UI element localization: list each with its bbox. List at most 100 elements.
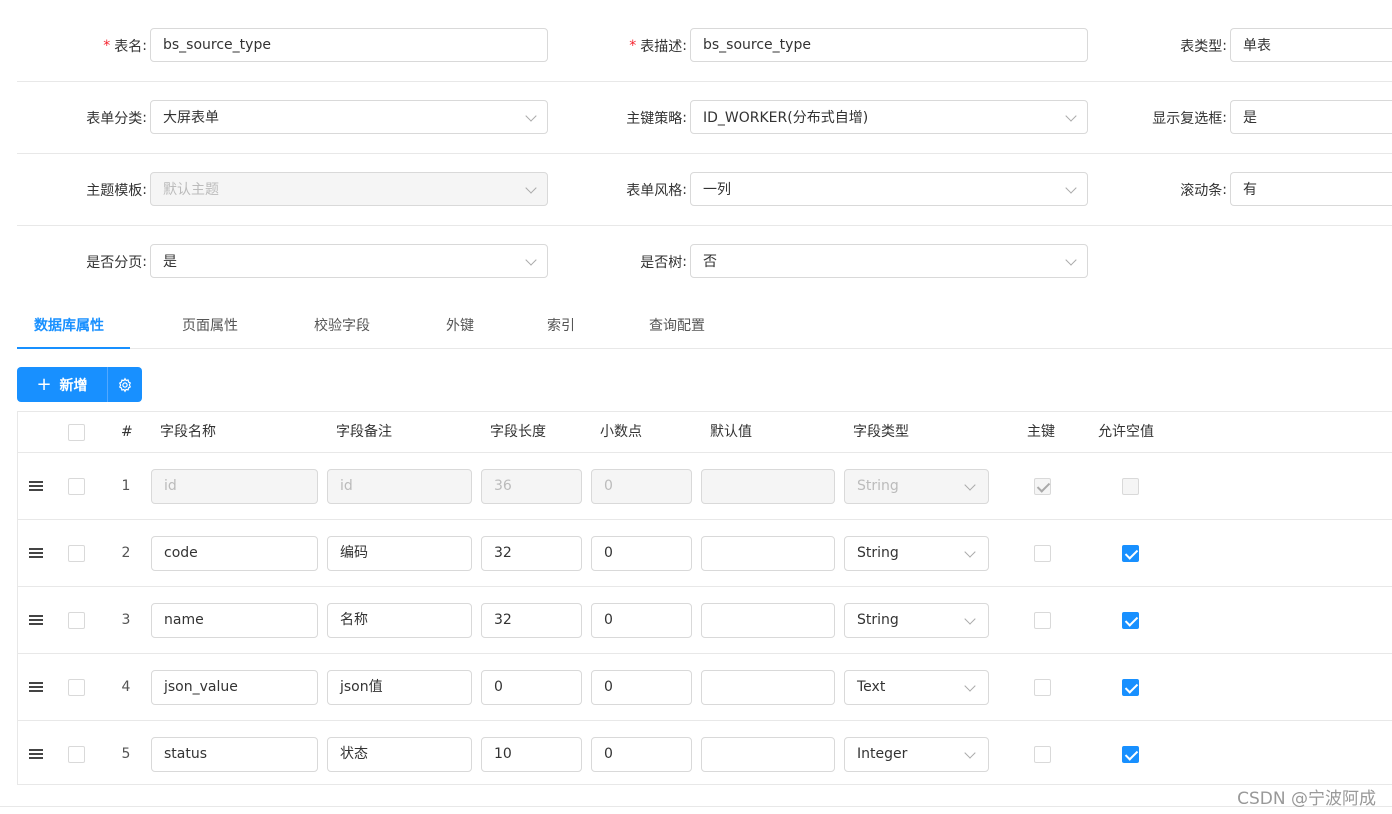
theme-template-label: 主题模板 <box>86 183 143 199</box>
settings-button[interactable] <box>107 367 142 402</box>
decimal-input[interactable]: 0 <box>591 536 692 571</box>
plus-icon: + <box>36 374 52 395</box>
tab-indexes[interactable]: 索引 <box>547 303 575 349</box>
field-name-input[interactable]: code <box>151 536 318 571</box>
tab-validation-fields[interactable]: 校验字段 <box>314 303 370 349</box>
header-field-name: 字段名称 <box>160 424 216 440</box>
theme-template-select[interactable]: 默认主题 <box>150 172 548 206</box>
pk-strategy-select[interactable]: ID_WORKER(分布式自增) <box>690 100 1088 134</box>
row-index: 3 <box>121 612 131 628</box>
tab-query-config[interactable]: 查询配置 <box>649 303 705 349</box>
scrollbar-select[interactable]: 有 <box>1230 172 1392 206</box>
field-type-select[interactable]: String <box>844 469 989 504</box>
field-length-input[interactable]: 32 <box>481 536 582 571</box>
tab-foreign-keys[interactable]: 外键 <box>446 303 474 349</box>
field-comment-input[interactable]: 状态 <box>327 737 472 772</box>
row-index: 1 <box>121 478 131 494</box>
field-name-input[interactable]: json_value <box>151 670 318 705</box>
tab-page-properties[interactable]: 页面属性 <box>182 303 238 349</box>
primary-key-checkbox[interactable] <box>1034 612 1051 629</box>
chevron-down-icon <box>964 613 976 625</box>
toolbar: + 新增 <box>17 367 142 402</box>
header-field-comment: 字段备注 <box>336 424 392 440</box>
default-value-input[interactable] <box>701 670 835 705</box>
primary-key-checkbox[interactable] <box>1034 478 1051 495</box>
default-value-input[interactable] <box>701 469 835 504</box>
primary-key-checkbox[interactable] <box>1034 679 1051 696</box>
required-mark: * <box>103 38 111 54</box>
field-type-select[interactable]: String <box>844 536 989 571</box>
default-value-input[interactable] <box>701 536 835 571</box>
table-type-select[interactable]: 单表 <box>1230 28 1392 62</box>
required-mark: * <box>629 38 637 54</box>
chevron-down-icon <box>964 479 976 491</box>
field-name-input[interactable]: status <box>151 737 318 772</box>
drag-handle-icon[interactable] <box>29 615 43 627</box>
table-desc-input[interactable]: bs_source_type <box>690 28 1088 62</box>
drag-handle-icon[interactable] <box>29 481 43 493</box>
paginate-label: 是否分页 <box>86 255 143 271</box>
drag-handle-icon[interactable] <box>29 749 43 761</box>
field-length-input[interactable]: 32 <box>481 603 582 638</box>
scrollbar-label: 滚动条 <box>1180 183 1223 199</box>
nullable-checkbox[interactable] <box>1122 545 1139 562</box>
default-value-input[interactable] <box>701 737 835 772</box>
chevron-down-icon <box>964 747 976 759</box>
table-type-label: 表类型 <box>1180 39 1223 55</box>
nullable-checkbox[interactable] <box>1122 612 1139 629</box>
field-grid: # 字段名称 字段备注 字段长度 小数点 默认值 字段类型 主键 允许空值 1 i… <box>17 411 1392 785</box>
header-field-type: 字段类型 <box>853 424 909 440</box>
table-name-input[interactable]: bs_source_type <box>150 28 548 62</box>
show-checkbox-label: 显示复选框 <box>1152 111 1223 127</box>
field-type-select[interactable]: Text <box>844 670 989 705</box>
primary-key-checkbox[interactable] <box>1034 746 1051 763</box>
add-button[interactable]: + 新增 <box>17 367 107 402</box>
field-comment-input[interactable]: 名称 <box>327 603 472 638</box>
primary-key-checkbox[interactable] <box>1034 545 1051 562</box>
header-decimal: 小数点 <box>600 424 642 440</box>
decimal-input[interactable]: 0 <box>591 670 692 705</box>
select-all-checkbox[interactable] <box>68 424 85 441</box>
form-category-select[interactable]: 大屏表单 <box>150 100 548 134</box>
form-style-select[interactable]: 一列 <box>690 172 1088 206</box>
header-field-length: 字段长度 <box>490 424 546 440</box>
nullable-checkbox[interactable] <box>1122 478 1139 495</box>
row-select-checkbox[interactable] <box>68 679 85 696</box>
field-comment-input[interactable]: id <box>327 469 472 504</box>
pk-strategy-label: 主键策略 <box>626 111 683 127</box>
decimal-input[interactable]: 0 <box>591 737 692 772</box>
nullable-checkbox[interactable] <box>1122 679 1139 696</box>
field-type-select[interactable]: String <box>844 603 989 638</box>
tab-active-indicator <box>17 347 130 349</box>
field-type-select[interactable]: Integer <box>844 737 989 772</box>
field-length-input[interactable]: 10 <box>481 737 582 772</box>
is-tree-select[interactable]: 否 <box>690 244 1088 278</box>
header-index: # <box>121 424 133 440</box>
row-select-checkbox[interactable] <box>68 545 85 562</box>
tab-bar: 数据库属性 页面属性 校验字段 外键 索引 查询配置 <box>17 303 1392 349</box>
field-name-input[interactable]: name <box>151 603 318 638</box>
row-select-checkbox[interactable] <box>68 478 85 495</box>
table-row: 4 json_value json值 0 0 Text <box>18 654 1392 721</box>
table-desc-label: 表描述 <box>640 39 683 55</box>
field-comment-input[interactable]: json值 <box>327 670 472 705</box>
header-primary-key: 主键 <box>1027 424 1055 440</box>
decimal-input[interactable]: 0 <box>591 469 692 504</box>
tab-db-properties[interactable]: 数据库属性 <box>34 303 104 349</box>
row-select-checkbox[interactable] <box>68 746 85 763</box>
paginate-select[interactable]: 是 <box>150 244 548 278</box>
field-length-input[interactable]: 0 <box>481 670 582 705</box>
is-tree-label: 是否树 <box>640 255 683 271</box>
row-select-checkbox[interactable] <box>68 612 85 629</box>
default-value-input[interactable] <box>701 603 835 638</box>
field-length-input[interactable]: 36 <box>481 469 582 504</box>
field-name-input[interactable]: id <box>151 469 318 504</box>
form-style-label: 表单风格 <box>626 183 683 199</box>
chevron-down-icon <box>525 110 537 122</box>
field-comment-input[interactable]: 编码 <box>327 536 472 571</box>
show-checkbox-select[interactable]: 是 <box>1230 100 1392 134</box>
drag-handle-icon[interactable] <box>29 548 43 560</box>
decimal-input[interactable]: 0 <box>591 603 692 638</box>
drag-handle-icon[interactable] <box>29 682 43 694</box>
nullable-checkbox[interactable] <box>1122 746 1139 763</box>
